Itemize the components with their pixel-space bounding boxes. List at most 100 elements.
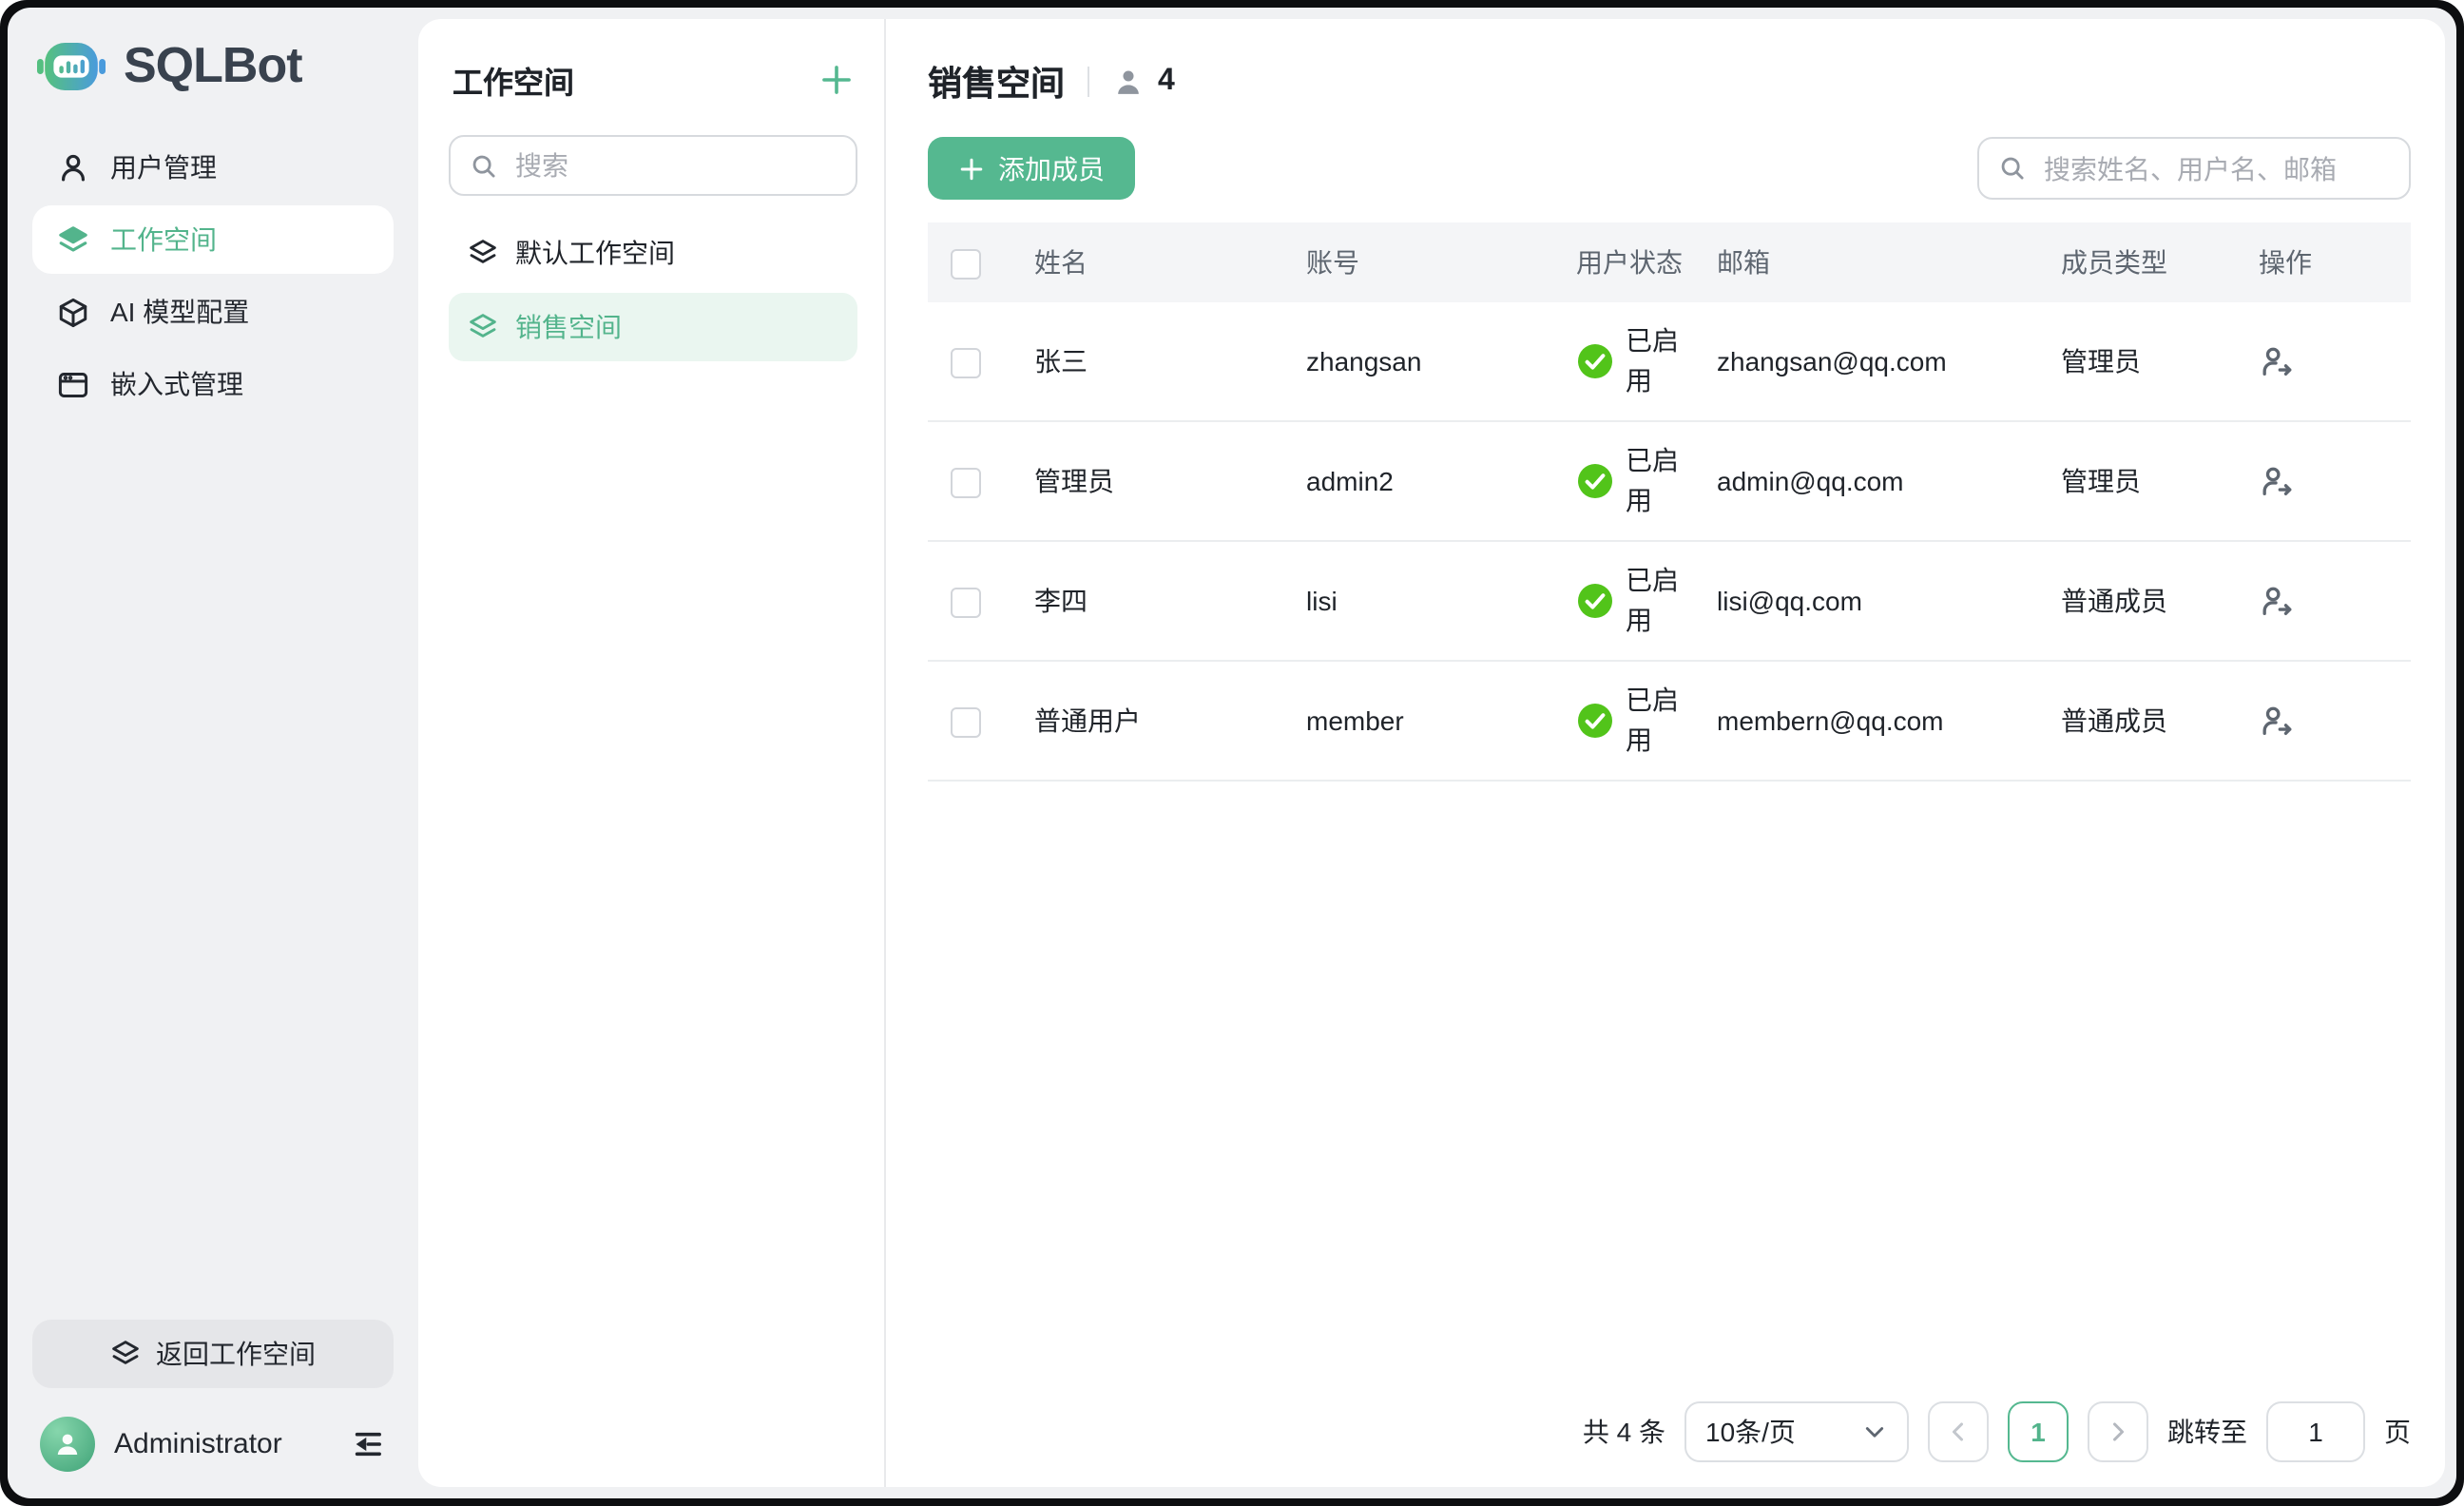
column-header-status: 用户状态 xyxy=(1553,222,1694,302)
sidebar-item-embedded-management[interactable]: 嵌入式管理 xyxy=(32,350,394,418)
user-icon xyxy=(57,151,89,183)
cell-name: 张三 xyxy=(1011,302,1283,421)
jump-to-page-input[interactable] xyxy=(2266,1401,2365,1462)
transfer-member-button[interactable] xyxy=(2259,343,2295,379)
back-to-workspace-button[interactable]: 返回工作空间 xyxy=(32,1320,394,1388)
cell-account: admin2 xyxy=(1283,421,1553,541)
cell-member-type: 普通成员 xyxy=(2038,541,2236,661)
cell-member-type: 管理员 xyxy=(2038,421,2236,541)
app-title: SQLBot xyxy=(124,36,302,95)
current-page-label: 1 xyxy=(2031,1417,2046,1447)
page-number-1[interactable]: 1 xyxy=(2008,1401,2069,1462)
status-enabled-check-icon xyxy=(1576,582,1614,620)
status-badge: 已启用 xyxy=(1626,321,1683,401)
sidebar-nav: 用户管理 工作空间 xyxy=(8,133,418,418)
cell-member-type: 管理员 xyxy=(2038,302,2236,421)
member-search-input[interactable] xyxy=(2040,151,2390,185)
layers-icon xyxy=(468,312,498,342)
pagination-total: 共 4 条 xyxy=(1583,1413,1665,1451)
content-card: 工作空间 xyxy=(418,19,2445,1487)
add-member-button[interactable]: 添加成员 xyxy=(928,137,1135,200)
table-header-row: 姓名 账号 用户状态 邮箱 成员类型 操作 xyxy=(928,222,2411,302)
row-checkbox[interactable] xyxy=(951,467,981,497)
app-root: SQLBot 用户管理 xyxy=(8,8,2456,1498)
table-row: 普通用户 member 已启用 membern@qq.com 普通成员 xyxy=(928,661,2411,781)
column-header-account: 账号 xyxy=(1283,222,1553,302)
cell-name: 普通用户 xyxy=(1011,661,1283,781)
cell-name: 管理员 xyxy=(1011,421,1283,541)
cell-account: zhangsan xyxy=(1283,302,1553,421)
app-window: SQLBot 用户管理 xyxy=(0,0,2464,1506)
page-size-select[interactable]: 10条/页 xyxy=(1684,1401,1909,1462)
avatar[interactable] xyxy=(40,1417,95,1472)
divider xyxy=(1088,67,1089,97)
transfer-member-button[interactable] xyxy=(2259,583,2295,619)
search-icon xyxy=(470,151,498,180)
layers-icon xyxy=(468,238,498,268)
row-checkbox[interactable] xyxy=(951,347,981,377)
controls-row: 添加成员 xyxy=(928,137,2411,200)
pagination: 共 4 条 10条/页 xyxy=(1583,1401,2411,1462)
member-count: 4 xyxy=(1158,65,1175,99)
logo: SQLBot xyxy=(8,8,418,95)
sidebar: SQLBot 用户管理 xyxy=(8,8,418,1498)
prev-page-button[interactable] xyxy=(1928,1401,1989,1462)
status-badge: 已启用 xyxy=(1626,681,1683,761)
table-row: 管理员 admin2 已启用 admin@qq.com 管理员 xyxy=(928,421,2411,541)
chevron-left-icon xyxy=(1945,1419,1972,1445)
layers-icon xyxy=(57,223,89,256)
current-user-name: Administrator xyxy=(114,1428,331,1460)
member-search xyxy=(1977,137,2411,200)
search-icon xyxy=(1998,154,2027,183)
workspace-list: 默认工作空间 销售空间 xyxy=(449,219,857,361)
layers-icon xyxy=(110,1339,141,1369)
status-enabled-check-icon xyxy=(1576,702,1614,740)
status-badge: 已启用 xyxy=(1626,561,1683,641)
member-icon xyxy=(1112,66,1145,98)
collapse-sidebar-icon[interactable] xyxy=(350,1426,386,1462)
back-button-label: 返回工作空间 xyxy=(156,1335,316,1373)
transfer-member-button[interactable] xyxy=(2259,703,2295,739)
sidebar-item-label: 用户管理 xyxy=(110,148,217,186)
workspace-search-input[interactable] xyxy=(511,148,837,183)
add-workspace-icon[interactable] xyxy=(819,63,854,97)
chevron-down-icon xyxy=(1861,1419,1888,1445)
next-page-button[interactable] xyxy=(2088,1401,2148,1462)
cell-email: membern@qq.com xyxy=(1694,661,2038,781)
workspace-panel-title: 工作空间 xyxy=(452,57,574,103)
select-all-checkbox[interactable] xyxy=(951,248,981,279)
cell-account: lisi xyxy=(1283,541,1553,661)
column-header-email: 邮箱 xyxy=(1694,222,2038,302)
sidebar-item-user-management[interactable]: 用户管理 xyxy=(32,133,394,202)
column-header-member-type: 成员类型 xyxy=(2038,222,2236,302)
cell-account: member xyxy=(1283,661,1553,781)
cell-email: lisi@qq.com xyxy=(1694,541,2038,661)
sidebar-item-ai-model-config[interactable]: AI 模型配置 xyxy=(32,278,394,346)
table-row: 李四 lisi 已启用 lisi@qq.com 普通成员 xyxy=(928,541,2411,661)
cell-email: admin@qq.com xyxy=(1694,421,2038,541)
column-header-actions: 操作 xyxy=(2236,222,2411,302)
sidebar-item-label: 工作空间 xyxy=(110,221,217,259)
transfer-member-button[interactable] xyxy=(2259,463,2295,499)
status-enabled-check-icon xyxy=(1576,342,1614,380)
status-badge: 已启用 xyxy=(1626,441,1683,521)
workspace-search xyxy=(449,135,857,196)
cell-email: zhangsan@qq.com xyxy=(1694,302,2038,421)
sidebar-item-label: 嵌入式管理 xyxy=(110,365,243,403)
row-checkbox[interactable] xyxy=(951,587,981,617)
table-row: 张三 zhangsan 已启用 zhangsan@qq.com 管理员 xyxy=(928,302,2411,421)
page-header: 销售空间 4 xyxy=(928,49,2411,114)
user-row: Administrator xyxy=(32,1388,394,1476)
column-header-name: 姓名 xyxy=(1011,222,1283,302)
workspace-item-default[interactable]: 默认工作空间 xyxy=(449,219,857,287)
workspace-item-label: 默认工作空间 xyxy=(515,234,675,272)
sidebar-item-workspace[interactable]: 工作空间 xyxy=(32,205,394,274)
member-management-panel: 销售空间 4 xyxy=(886,19,2445,1487)
workspace-item-sales[interactable]: 销售空间 xyxy=(449,293,857,361)
jump-to-label: 跳转至 xyxy=(2167,1413,2247,1451)
row-checkbox[interactable] xyxy=(951,706,981,737)
sidebar-item-label: AI 模型配置 xyxy=(110,293,249,331)
cube-icon xyxy=(57,296,89,328)
workspace-panel: 工作空间 xyxy=(418,19,886,1487)
status-enabled-check-icon xyxy=(1576,462,1614,500)
